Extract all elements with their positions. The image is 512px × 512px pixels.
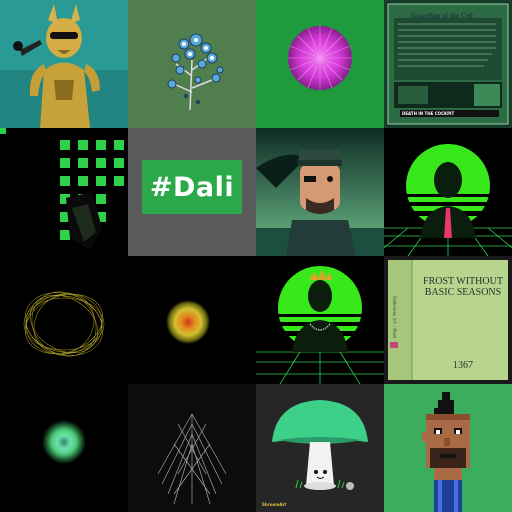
card-title: Guardian of the Cell — [411, 12, 473, 20]
book-title: FROST WITHOUT BASIC SEASONS — [423, 276, 503, 298]
tile-trading-card[interactable]: Guardian of the Cell DEATH IN THE COCKPI… — [384, 0, 512, 128]
tile-light-rays[interactable] — [128, 384, 256, 512]
orange-orb-image — [128, 256, 256, 384]
mushroom-logo: ShroomArt — [262, 502, 287, 507]
mushroom-image — [256, 384, 384, 512]
book-spine-text: Softcover, 1/1 · Pixel — [391, 296, 396, 339]
tile-book-cover[interactable]: FROST WITHOUT BASIC SEASONS 1367 Softcov… — [384, 256, 512, 384]
tile-crowned-synthwave[interactable] — [256, 256, 384, 384]
dali-text: #Dali — [149, 171, 235, 203]
tile-mushroom[interactable]: ShroomArt — [256, 384, 384, 512]
tile-blossom-tree[interactable] — [128, 0, 256, 128]
tile-green-orb[interactable] — [0, 384, 128, 512]
tile-green-squares[interactable] — [0, 128, 128, 256]
tile-magenta-sphere[interactable] — [256, 0, 384, 128]
dog-warrior-image — [0, 0, 128, 128]
tile-pixel-punk[interactable] — [384, 384, 512, 512]
card-subtitle: DEATH IN THE COCKPIT — [400, 110, 499, 117]
green-squares-image — [0, 128, 128, 256]
tile-dali-hashtag[interactable]: #Dali — [128, 128, 256, 256]
pixel-punk-image — [384, 384, 512, 512]
tile-synthwave-portrait[interactable] — [384, 128, 512, 256]
dali-banner: #Dali — [142, 160, 242, 214]
blossom-tree-image — [128, 0, 256, 128]
synthwave-portrait-image — [384, 128, 512, 256]
book-number: 1367 — [453, 360, 473, 371]
tile-pilot-portrait[interactable] — [256, 128, 384, 256]
light-rays-image — [128, 384, 256, 512]
pilot-portrait-image — [256, 128, 384, 256]
magenta-sphere-image — [256, 0, 384, 128]
crowned-synthwave-image — [256, 256, 384, 384]
tile-orange-orb[interactable] — [128, 256, 256, 384]
tile-dog-warrior[interactable] — [0, 0, 128, 128]
nft-gallery-grid: Guardian of the Cell DEATH IN THE COCKPI… — [0, 0, 512, 512]
golden-ring-image — [0, 256, 128, 384]
tile-golden-ring[interactable] — [0, 256, 128, 384]
green-orb-image — [0, 384, 128, 512]
